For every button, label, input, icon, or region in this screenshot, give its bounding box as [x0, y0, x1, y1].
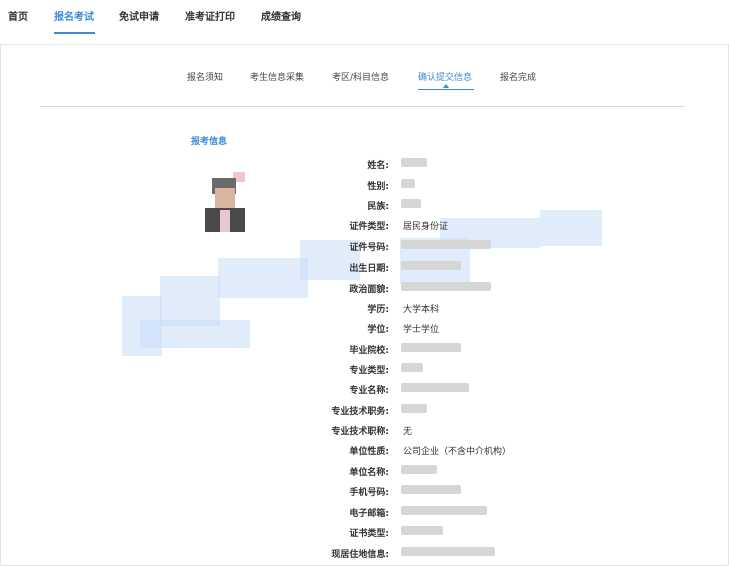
nav-exam-registration[interactable]: 报名考试	[54, 8, 94, 23]
field-value-name-redacted	[401, 158, 427, 167]
field-label-birth-date: 出生日期:	[349, 264, 389, 274]
step-registration-notice[interactable]: 报名须知	[187, 70, 223, 83]
field-value-email-redacted	[401, 506, 487, 515]
field-value-residence-info-redacted	[401, 547, 495, 556]
candidate-photo	[203, 170, 247, 232]
field-value-political-status-redacted	[401, 282, 491, 291]
field-label-certificate-type: 证书类型:	[349, 529, 389, 539]
field-value-employer-name-redacted	[401, 465, 437, 474]
field-value-id-number-redacted	[401, 240, 491, 249]
nav-score-query[interactable]: 成绩查询	[261, 8, 301, 23]
field-value-certificate-type-redacted	[401, 526, 443, 535]
step-active-indicator	[418, 89, 474, 90]
field-value-graduated-school-redacted	[401, 343, 461, 352]
field-value-technical-position-redacted	[401, 404, 427, 413]
step-candidate-info[interactable]: 考生信息采集	[250, 70, 304, 83]
field-label-ethnicity: 民族:	[367, 202, 389, 212]
section-title: 报考信息	[191, 137, 228, 147]
step-active-caret-icon	[443, 84, 449, 88]
field-value-major-name-redacted	[401, 383, 469, 392]
nav-admission-ticket-print[interactable]: 准考证打印	[185, 8, 235, 23]
field-label-email: 电子邮箱:	[349, 509, 389, 519]
field-label-name: 姓名:	[367, 161, 389, 171]
field-label-technical-position: 专业技术职务:	[331, 407, 389, 417]
field-value-technical-title: 无	[403, 427, 413, 437]
step-confirm-submit[interactable]: 确认提交信息	[418, 70, 472, 83]
field-label-major-type: 专业类型:	[349, 366, 389, 376]
field-label-major-name: 专业名称:	[349, 386, 389, 396]
field-label-id-number: 证件号码:	[349, 243, 389, 253]
field-label-education: 学历:	[367, 305, 389, 315]
section-divider	[40, 106, 684, 107]
field-label-gender: 性别:	[367, 182, 389, 192]
nav-home[interactable]: 首页	[8, 8, 28, 23]
field-value-major-type-redacted	[401, 363, 423, 372]
field-value-degree: 学士学位	[403, 325, 440, 335]
field-label-technical-title: 专业技术职称:	[331, 427, 389, 437]
field-value-education: 大学本科	[403, 305, 440, 315]
field-label-graduated-school: 毕业院校:	[349, 346, 389, 356]
field-value-gender-redacted	[401, 179, 415, 188]
field-label-political-status: 政治面貌:	[349, 285, 389, 295]
field-value-mobile-redacted	[401, 485, 461, 494]
field-label-degree: 学位:	[367, 325, 389, 335]
field-value-ethnicity-redacted	[401, 199, 421, 208]
field-label-employer-type: 单位性质:	[349, 447, 389, 457]
field-value-id-type: 居民身份证	[403, 222, 449, 232]
field-label-id-type: 证件类型:	[349, 222, 389, 232]
top-nav: 首页 报名考试 免试申请 准考证打印 成绩查询	[0, 0, 729, 45]
step-exam-area-subject[interactable]: 考区/科目信息	[332, 70, 389, 83]
nav-exemption-application[interactable]: 免试申请	[119, 8, 159, 23]
field-value-birth-date-redacted	[401, 261, 461, 270]
field-label-mobile: 手机号码:	[349, 488, 389, 498]
field-label-employer-name: 单位名称:	[349, 468, 389, 478]
nav-active-indicator	[54, 32, 95, 34]
field-value-employer-type: 公司企业（不含中介机构）	[403, 447, 512, 457]
field-label-residence-info: 现居住地信息:	[331, 550, 389, 560]
step-complete[interactable]: 报名完成	[500, 70, 536, 83]
